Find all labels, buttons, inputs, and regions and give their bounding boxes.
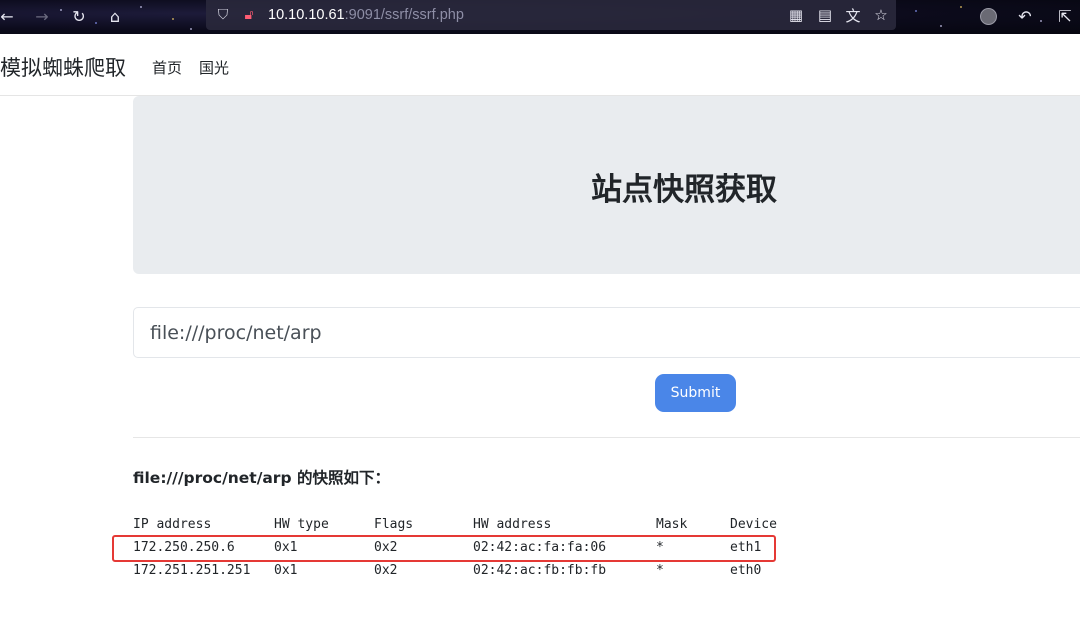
home-icon[interactable]: ⌂	[104, 5, 126, 27]
address-bar[interactable]: ⛉ 🔓︎ 10.10.10.61:9091/ssrf/ssrf.php ▦ ▤ …	[206, 0, 896, 30]
cell-mask: *	[656, 563, 664, 578]
column-header-ip: IP address	[133, 517, 212, 532]
nav-link-home[interactable]: 首页	[152, 57, 182, 78]
cell-hw-address: 02:42:ac:fb:fb:fb	[473, 563, 607, 578]
site-brand[interactable]: 模拟蜘蛛爬取	[0, 52, 126, 82]
background-star	[915, 10, 917, 12]
bookmark-star-icon[interactable]: ☆	[870, 4, 892, 26]
background-star	[60, 9, 62, 11]
reader-view-icon[interactable]: ▤	[814, 4, 836, 26]
shield-icon[interactable]: ⛉	[212, 4, 234, 26]
translate-icon[interactable]: 文	[842, 4, 864, 26]
column-header-mask: Mask	[656, 517, 688, 532]
jumbotron: 站点快照获取	[133, 96, 1080, 274]
result-heading: file:///proc/net/arp 的快照如下：	[133, 469, 390, 487]
divider	[133, 437, 1080, 438]
background-star	[140, 6, 142, 8]
url-path: :9091/ssrf/ssrf.php	[344, 7, 464, 23]
back-icon[interactable]: ←	[0, 5, 18, 27]
url-text[interactable]: 10.10.10.61:9091/ssrf/ssrf.php	[268, 7, 464, 23]
extensions-icon[interactable]: ⇱	[1054, 5, 1076, 27]
background-star	[960, 6, 962, 8]
column-header-flags: Flags	[374, 517, 414, 532]
cell-flags: 0x2	[374, 563, 398, 578]
insecure-lock-icon[interactable]: 🔓︎	[238, 4, 260, 26]
background-star	[1040, 20, 1042, 22]
submit-button[interactable]: Submit	[655, 374, 736, 412]
undo-icon[interactable]: ↶	[1014, 5, 1036, 27]
reload-icon[interactable]: ↻	[68, 5, 90, 27]
background-star	[940, 25, 942, 27]
column-header-hw-type: HW type	[274, 517, 329, 532]
page-title: 站点快照获取	[591, 172, 777, 208]
background-star	[172, 18, 174, 20]
background-star	[190, 28, 192, 30]
browser-toolbar: ← → ↻ ⌂ ⛉ 🔓︎ 10.10.10.61:9091/ssrf/ssrf.…	[0, 0, 1080, 34]
background-star	[95, 22, 97, 24]
cell-hw-type: 0x1	[274, 563, 298, 578]
nav-link-guoguang[interactable]: 国光	[199, 57, 229, 78]
column-header-hw-address: HW address	[473, 517, 552, 532]
url-host: 10.10.10.61	[268, 7, 345, 23]
forward-icon[interactable]: →	[31, 5, 53, 27]
highlight-annotation-box	[112, 535, 776, 562]
cell-device: eth0	[730, 563, 762, 578]
site-navbar: 模拟蜘蛛爬取 首页 国光	[0, 34, 1080, 96]
account-icon[interactable]	[980, 8, 997, 25]
qr-code-icon[interactable]: ▦	[785, 4, 807, 26]
column-header-device: Device	[730, 517, 777, 532]
cell-ip: 172.251.251.251	[133, 563, 251, 578]
url-input[interactable]	[133, 307, 1080, 358]
